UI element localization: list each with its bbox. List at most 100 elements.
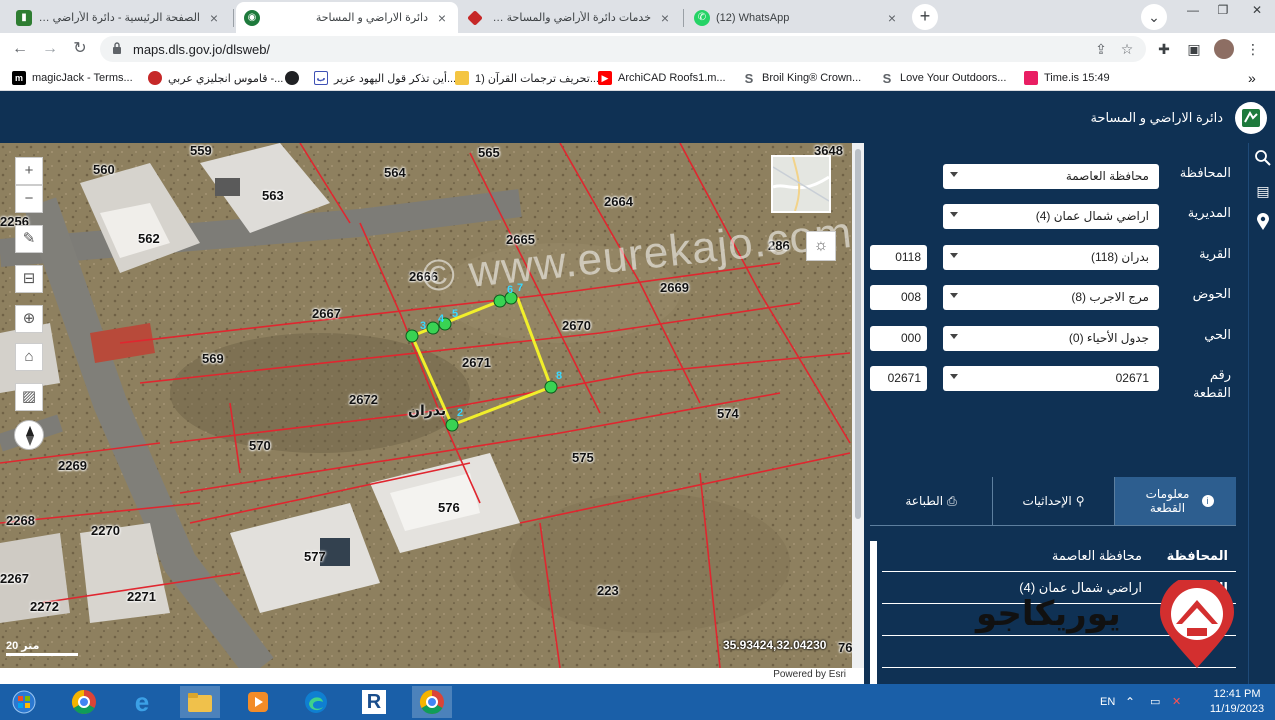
tab-parcel-info[interactable]: i معلومات القطعة xyxy=(1115,477,1236,525)
compass-button[interactable] xyxy=(14,420,44,450)
back-button[interactable]: ← xyxy=(9,38,31,60)
vertex-number: 5 xyxy=(452,308,459,320)
select-value: بدران (118) xyxy=(1090,250,1149,264)
network-icon[interactable]: ▭ xyxy=(1150,684,1160,720)
share-icon[interactable]: ⇪ xyxy=(1092,40,1110,58)
profile-avatar[interactable] xyxy=(1214,39,1234,59)
parcel-label: 560 xyxy=(93,162,115,177)
home-extent-button[interactable]: ⌂ xyxy=(15,343,43,371)
browser-tab-dls-services[interactable]: خدمات دائرة الأراضي والمساحة - وزارة ا × xyxy=(459,2,681,33)
taskbar-internet-explorer[interactable]: e xyxy=(122,686,162,718)
extensions-puzzle-icon[interactable]: ✚ xyxy=(1155,40,1173,58)
info-circle-icon: i xyxy=(1201,495,1214,507)
chrome-active-icon xyxy=(419,690,444,715)
neighborhood-select[interactable]: جدول الأحياء (0) xyxy=(943,326,1159,351)
scrollbar-thumb[interactable] xyxy=(855,149,861,519)
language-indicator[interactable]: EN xyxy=(1100,684,1115,720)
vertex-number: 4 xyxy=(438,313,445,325)
taskbar-chrome[interactable] xyxy=(64,686,104,718)
bookmark-uzair[interactable]: ب أين تذكر قول اليهود عزير... xyxy=(314,70,456,86)
governorate-select[interactable]: محافظة العاصمة xyxy=(943,164,1159,189)
zoom-out-button[interactable]: − xyxy=(15,185,43,213)
url-text[interactable]: maps.dls.gov.jo/dlsweb/ xyxy=(133,42,270,57)
field-label-neighborhood: الحي xyxy=(1204,327,1231,342)
map-view[interactable]: 3 4 5 6 7 8 2 559 560 564 565 3648 563 2… xyxy=(0,143,852,668)
village-code-input[interactable]: 0118 xyxy=(870,245,927,270)
new-tab-button[interactable]: + xyxy=(912,4,938,30)
parcel-label: 2268 xyxy=(6,513,35,528)
basemap-toggle[interactable] xyxy=(771,155,831,213)
tabs-underline xyxy=(870,525,1236,526)
parcel-info-tabs: i معلومات القطعة ⚲ الإحداثيات ⎙ الطباعة xyxy=(870,477,1236,525)
sun-icon: ☼ xyxy=(813,237,829,254)
close-tab-icon[interactable]: × xyxy=(206,10,222,26)
browser-tab-dls-home[interactable]: ▮ الصفحة الرئيسية - دائرة الأراضي والمسا… xyxy=(8,2,230,33)
browser-tab-whatsapp[interactable]: ✆ (12) WhatsApp × xyxy=(686,2,908,33)
bookmark-star-icon[interactable]: ☆ xyxy=(1118,40,1136,58)
neighborhood-code-input[interactable]: 000 xyxy=(870,326,927,351)
measure-button[interactable]: ⊟ xyxy=(15,265,43,293)
taskbar-file-explorer[interactable] xyxy=(180,686,220,718)
bookmarks-bar: m magicJack - Terms... قاموس انجليزي عرب… xyxy=(0,65,1275,91)
basin-select[interactable]: مرج الاجرب (8) xyxy=(943,285,1159,310)
start-button[interactable] xyxy=(4,686,44,718)
close-tab-icon[interactable]: × xyxy=(434,10,450,26)
bookmark-quran[interactable]: تحريف ترجمات القرآن (1... xyxy=(455,70,599,86)
s-icon: S xyxy=(880,71,894,86)
forward-button[interactable]: → xyxy=(39,38,61,60)
image-export-icon: ▨ xyxy=(21,388,37,405)
bookmark-globe[interactable] xyxy=(285,70,305,86)
side-panel-icon[interactable]: ▣ xyxy=(1185,40,1203,58)
search-icon[interactable] xyxy=(1253,149,1273,169)
system-clock[interactable]: 12:41 PM 11/19/2023 xyxy=(1207,687,1267,717)
info-key: المحافظة xyxy=(1166,548,1228,563)
more-bookmarks-icon[interactable]: » xyxy=(1248,70,1256,86)
taskbar-revit[interactable]: R xyxy=(354,686,394,718)
export-button[interactable]: ▨ xyxy=(15,383,43,411)
browser-menu-icon[interactable]: ⋮ xyxy=(1244,40,1262,58)
bookmark-dictionary[interactable]: قاموس انجليزي عربي -... xyxy=(148,70,283,86)
parcel-number-select[interactable]: 02671 xyxy=(943,366,1159,391)
locate-button[interactable]: ⊕ xyxy=(15,305,43,333)
tab-title: خدمات دائرة الأراضي والمساحة - وزارة ا xyxy=(489,12,651,24)
tab-coordinates[interactable]: ⚲ الإحداثيات xyxy=(993,477,1114,525)
village-select[interactable]: بدران (118) xyxy=(943,245,1159,270)
bookmark-magicjack[interactable]: m magicJack - Terms... xyxy=(12,70,133,86)
daylight-button[interactable]: ☼ xyxy=(806,231,836,261)
reload-button[interactable]: ↻ xyxy=(69,38,91,60)
parcel-label: 76 xyxy=(838,640,852,655)
bookmark-archicad[interactable]: ▶ ArchiCAD Roofs1.m... xyxy=(598,70,726,86)
dls-logo[interactable] xyxy=(1235,102,1267,134)
bookmark-timeis[interactable]: Time.is 15:49 xyxy=(1024,70,1110,86)
taskbar-edge[interactable] xyxy=(296,686,336,718)
close-window-button[interactable]: ✕ xyxy=(1240,0,1274,22)
speaker-muted-icon[interactable]: ✕ xyxy=(1172,684,1181,720)
brand-logo-pin-icon xyxy=(1160,580,1234,668)
location-pin-icon[interactable] xyxy=(1253,213,1273,233)
parcel-label: 576 xyxy=(438,500,460,515)
basin-code-input[interactable]: 008 xyxy=(870,285,927,310)
minimize-window-button[interactable]: — xyxy=(1178,0,1208,22)
taskbar-media-player[interactable] xyxy=(238,686,278,718)
scroll-indicator[interactable] xyxy=(870,541,877,684)
restore-window-button[interactable]: ❐ xyxy=(1208,0,1238,22)
draw-pencil-button[interactable]: ✎ xyxy=(15,225,43,253)
tab-search-dropdown-icon[interactable]: ⌄ xyxy=(1141,4,1167,30)
field-label-directorate: المديرية xyxy=(1187,205,1231,220)
directorate-select[interactable]: اراضي شمال عمان (4) xyxy=(943,204,1159,229)
bookmark-love-outdoors[interactable]: S Love Your Outdoors... xyxy=(880,70,1006,86)
bookmark-broilking[interactable]: S Broil King® Crown... xyxy=(742,70,861,86)
map-scrollbar[interactable] xyxy=(852,143,864,668)
tab-print[interactable]: ⎙ الطباعة xyxy=(870,477,992,525)
close-tab-icon[interactable]: × xyxy=(884,10,900,26)
tray-chevron-icon[interactable]: ⌃ xyxy=(1125,684,1135,720)
close-tab-icon[interactable]: × xyxy=(657,10,673,26)
layers-icon[interactable]: ▤ xyxy=(1253,181,1273,201)
zoom-in-button[interactable]: + xyxy=(15,157,43,185)
ruler-icon: ⊟ xyxy=(22,270,36,287)
field-label-governorate: المحافظة xyxy=(1179,165,1231,180)
parcel-number-input[interactable]: 02671 xyxy=(870,366,927,391)
address-bar[interactable]: maps.dls.gov.jo/dlsweb/ ⇪ ☆ xyxy=(100,36,1146,62)
browser-tab-dls-map[interactable]: ◉ دائرة الاراضي و المساحة × xyxy=(236,2,458,33)
taskbar-chrome-active[interactable] xyxy=(412,686,452,718)
